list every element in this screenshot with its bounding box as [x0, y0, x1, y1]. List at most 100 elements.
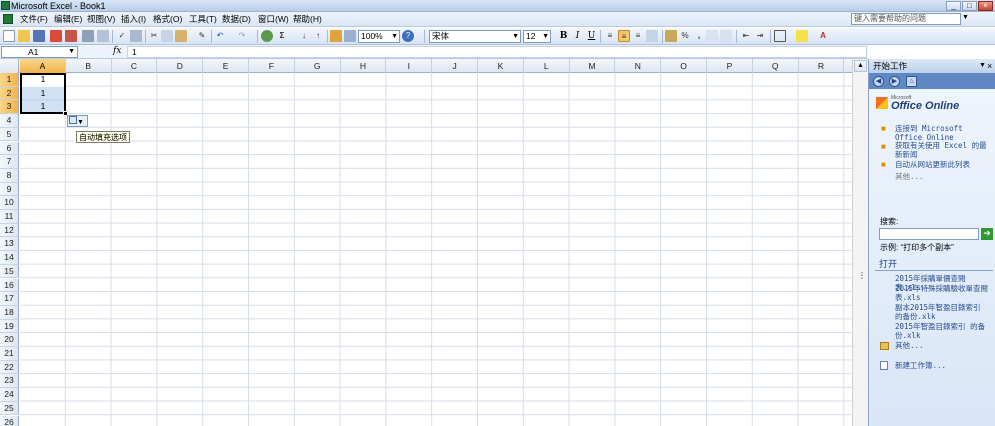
menu-view[interactable]: 视图(V)	[86, 12, 116, 27]
formula-input[interactable]: 1	[127, 46, 867, 58]
row-header-8[interactable]: 8	[0, 168, 19, 183]
column-header-g[interactable]: G	[295, 59, 341, 73]
help-search-input[interactable]: 键入需要帮助的问题	[851, 13, 961, 25]
menu-tools[interactable]: 工具(T)	[188, 12, 218, 27]
undo-icon[interactable]: ↶	[214, 30, 226, 42]
column-header-r[interactable]: R	[799, 59, 845, 73]
chevron-down-icon[interactable]: ▼	[979, 59, 986, 73]
row-header-2[interactable]: 2	[0, 86, 19, 101]
research-icon[interactable]	[130, 30, 142, 42]
row-header-11[interactable]: 11	[0, 210, 19, 224]
column-header-f[interactable]: F	[249, 59, 295, 73]
recent-file-2[interactable]: 2015年特殊採購驗收單查閱表.xls	[895, 284, 991, 302]
underline-button[interactable]: U	[585, 30, 598, 42]
chart-wizard-icon[interactable]	[330, 30, 342, 42]
increase-indent-icon[interactable]: ⇥	[754, 30, 766, 42]
column-header-k[interactable]: K	[478, 59, 524, 73]
permission-icon[interactable]	[50, 30, 62, 42]
row-header-24[interactable]: 24	[0, 388, 19, 402]
format-painter-icon[interactable]: ✎	[196, 30, 208, 42]
workbook-icon[interactable]	[3, 14, 13, 24]
autofill-options-button[interactable]: ▼	[67, 115, 88, 127]
decrease-decimal-icon[interactable]	[720, 30, 732, 42]
column-header-h[interactable]: H	[341, 59, 387, 73]
column-header-q[interactable]: Q	[753, 59, 799, 73]
column-header-o[interactable]: O	[661, 59, 707, 73]
column-header-m[interactable]: M	[570, 59, 616, 73]
row-header-13[interactable]: 13	[0, 237, 19, 252]
new-icon[interactable]	[3, 30, 15, 42]
cell-a3[interactable]: 1	[20, 100, 66, 114]
row-header-3[interactable]: 3	[0, 100, 19, 115]
menu-window[interactable]: 窗口(W)	[257, 12, 290, 27]
task-pane-search-input[interactable]	[879, 228, 979, 240]
italic-button[interactable]: I	[571, 30, 584, 42]
row-header-25[interactable]: 25	[0, 401, 19, 416]
insert-function-icon[interactable]: fx	[113, 46, 121, 56]
align-right-icon[interactable]: ≡	[632, 30, 644, 42]
row-header-10[interactable]: 10	[0, 196, 19, 210]
row-header-17[interactable]: 17	[0, 292, 19, 306]
fill-color-icon[interactable]	[796, 30, 808, 42]
align-center-icon[interactable]: ≡	[618, 30, 630, 42]
row-header-5[interactable]: 5	[0, 127, 19, 142]
bold-button[interactable]: B	[557, 30, 570, 42]
cell-a1[interactable]: 1	[20, 73, 66, 87]
link-auto-update[interactable]: 自动从网站更新此列表	[895, 160, 991, 170]
autosum-icon[interactable]: Σ	[276, 30, 288, 42]
cut-icon[interactable]: ✂	[148, 30, 160, 42]
font-color-icon[interactable]: A	[817, 30, 829, 42]
paste-icon[interactable]	[175, 30, 187, 42]
minimize-button[interactable]: _	[946, 1, 961, 11]
close-icon[interactable]: ×	[987, 59, 992, 73]
save-icon[interactable]	[33, 30, 45, 42]
link-new-workbook[interactable]: 新建工作簿...	[895, 361, 991, 371]
vertical-scrollbar[interactable]: ▲ ⋮	[852, 59, 868, 426]
column-header-e[interactable]: E	[203, 59, 249, 73]
row-header-12[interactable]: 12	[0, 223, 19, 238]
menu-data[interactable]: 数据(D)	[221, 12, 252, 27]
row-header-21[interactable]: 21	[0, 347, 19, 361]
align-left-icon[interactable]: ≡	[604, 30, 616, 42]
spelling-icon[interactable]: ✓	[116, 30, 128, 42]
menu-help[interactable]: 帮助(H)	[292, 12, 323, 27]
column-header-n[interactable]: N	[615, 59, 662, 73]
menu-insert[interactable]: 插入(I)	[120, 12, 147, 27]
forward-icon[interactable]: ▶	[889, 76, 900, 87]
row-header-22[interactable]: 22	[0, 360, 19, 375]
print-preview-icon[interactable]	[97, 30, 109, 42]
name-box[interactable]: A1 ▼	[1, 46, 78, 58]
sort-ascending-icon[interactable]: ↓	[298, 30, 310, 42]
pane-splitter-icon[interactable]: ⋮	[858, 271, 866, 280]
link-connect-office-online[interactable]: 连接到 Microsoft Office Online	[895, 124, 991, 142]
row-header-15[interactable]: 15	[0, 264, 19, 279]
column-header-a[interactable]: A	[20, 59, 66, 73]
cells-area[interactable]	[20, 73, 852, 426]
row-header-18[interactable]: 18	[0, 305, 19, 320]
percent-icon[interactable]: %	[679, 30, 691, 42]
column-header-i[interactable]: I	[386, 59, 433, 73]
row-header-16[interactable]: 16	[0, 278, 19, 293]
column-header-c[interactable]: C	[112, 59, 158, 73]
pdf-icon[interactable]	[65, 30, 77, 42]
redo-icon[interactable]: ↷	[236, 30, 248, 42]
cell-a2[interactable]: 1	[20, 87, 66, 101]
recent-file-4[interactable]: 2015年智盈目錄索引 的备份.xlk	[895, 322, 991, 340]
sort-descending-icon[interactable]: ↑	[312, 30, 324, 42]
home-icon[interactable]: ⌂	[906, 76, 917, 87]
row-header-6[interactable]: 6	[0, 141, 19, 156]
chevron-down-icon[interactable]: ▼	[962, 14, 969, 21]
recent-file-3[interactable]: 副本2015年智盈目錄索引 的备份.xlk	[895, 303, 991, 321]
row-header-23[interactable]: 23	[0, 374, 19, 389]
help-icon[interactable]: ?	[402, 30, 414, 42]
increase-decimal-icon[interactable]	[706, 30, 718, 42]
close-button[interactable]: ×	[978, 1, 993, 11]
print-icon[interactable]	[82, 30, 94, 42]
row-header-9[interactable]: 9	[0, 182, 19, 197]
row-header-26[interactable]: 26	[0, 415, 19, 426]
column-header-j[interactable]: J	[432, 59, 478, 73]
decrease-indent-icon[interactable]: ⇤	[740, 30, 752, 42]
link-more[interactable]: 其他...	[895, 172, 991, 182]
column-header-b[interactable]: B	[66, 59, 112, 73]
menu-format[interactable]: 格式(O)	[152, 12, 183, 27]
